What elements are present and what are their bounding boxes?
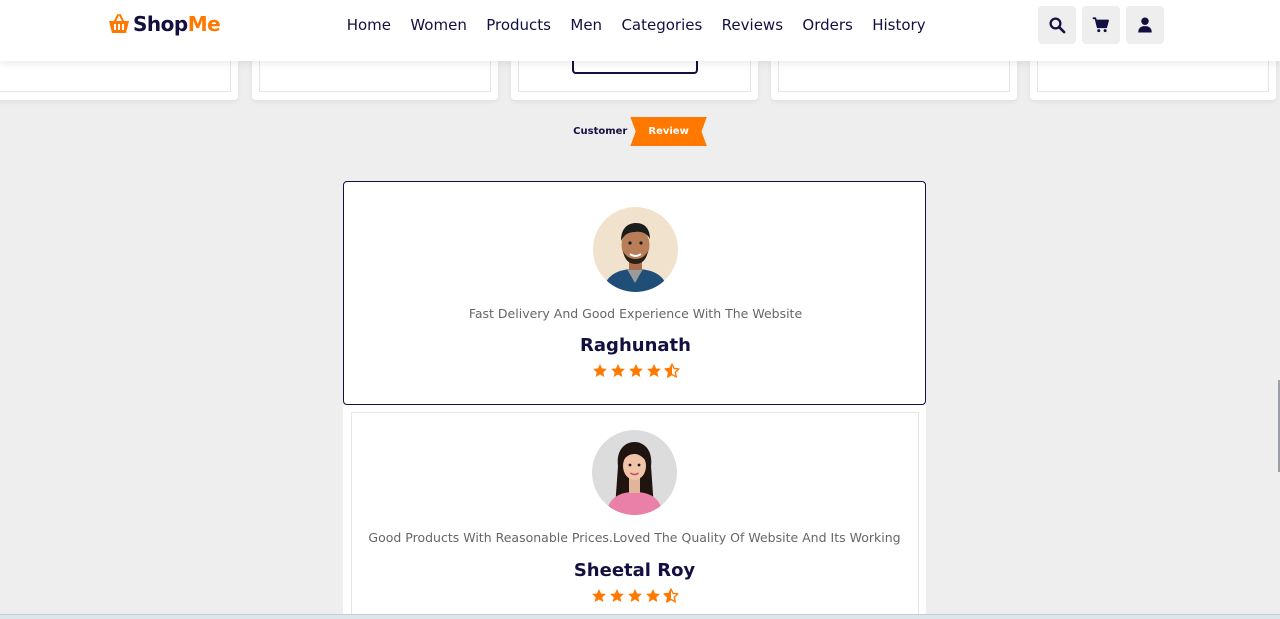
star-icon <box>592 364 607 377</box>
star-icon <box>646 364 661 377</box>
nav-link-products[interactable]: Products <box>477 14 561 36</box>
star-rating <box>343 588 926 604</box>
star-icon <box>609 589 624 602</box>
avatar <box>592 430 677 515</box>
nav-link-history[interactable]: History <box>863 14 936 36</box>
nav-link-home[interactable]: Home <box>337 14 401 36</box>
review-card: Fast Delivery And Good Experience With T… <box>343 181 926 405</box>
user-icon <box>1138 17 1152 33</box>
cart-icon <box>1092 17 1109 33</box>
star-icon <box>628 364 643 377</box>
star-rating <box>344 363 927 379</box>
review-text: Good Products With Reasonable Prices.Lov… <box>368 530 901 545</box>
review-card: Good Products With Reasonable Prices.Lov… <box>343 405 926 619</box>
nav-link-orders[interactable]: Orders <box>793 14 863 36</box>
user-button[interactable] <box>1126 6 1164 44</box>
heading-plain: Customer <box>573 126 628 137</box>
logo[interactable]: ShopMe <box>107 12 221 36</box>
nav-link-men[interactable]: Men <box>561 14 612 36</box>
logo-text: ShopMe <box>133 12 221 36</box>
bottom-edge <box>0 614 1280 619</box>
basket-icon <box>107 12 131 36</box>
star-icon <box>645 589 660 602</box>
search-icon <box>1049 17 1066 34</box>
header-icons <box>1038 6 1164 44</box>
star-icon <box>610 364 625 377</box>
site-header: ShopMe Home Women Products Men Categorie… <box>0 0 1280 61</box>
star-icon <box>591 589 606 602</box>
review-text: Fast Delivery And Good Experience With T… <box>468 306 803 321</box>
cart-button[interactable] <box>1082 6 1120 44</box>
star-icon <box>627 589 642 602</box>
star-half-icon <box>663 363 680 378</box>
search-button[interactable] <box>1038 6 1076 44</box>
star-half-icon <box>662 588 679 603</box>
nav-link-women[interactable]: Women <box>401 14 477 36</box>
main-nav: Home Women Products Men Categories Revie… <box>337 14 935 36</box>
section-heading: Customer Review <box>0 117 1280 146</box>
heading-accent: Review <box>630 117 707 146</box>
nav-link-categories[interactable]: Categories <box>612 14 712 36</box>
nav-link-reviews[interactable]: Reviews <box>712 14 793 36</box>
avatar <box>593 207 678 292</box>
reviewer-name: Raghunath <box>580 335 691 356</box>
reviewer-name: Sheetal Roy <box>573 560 696 581</box>
